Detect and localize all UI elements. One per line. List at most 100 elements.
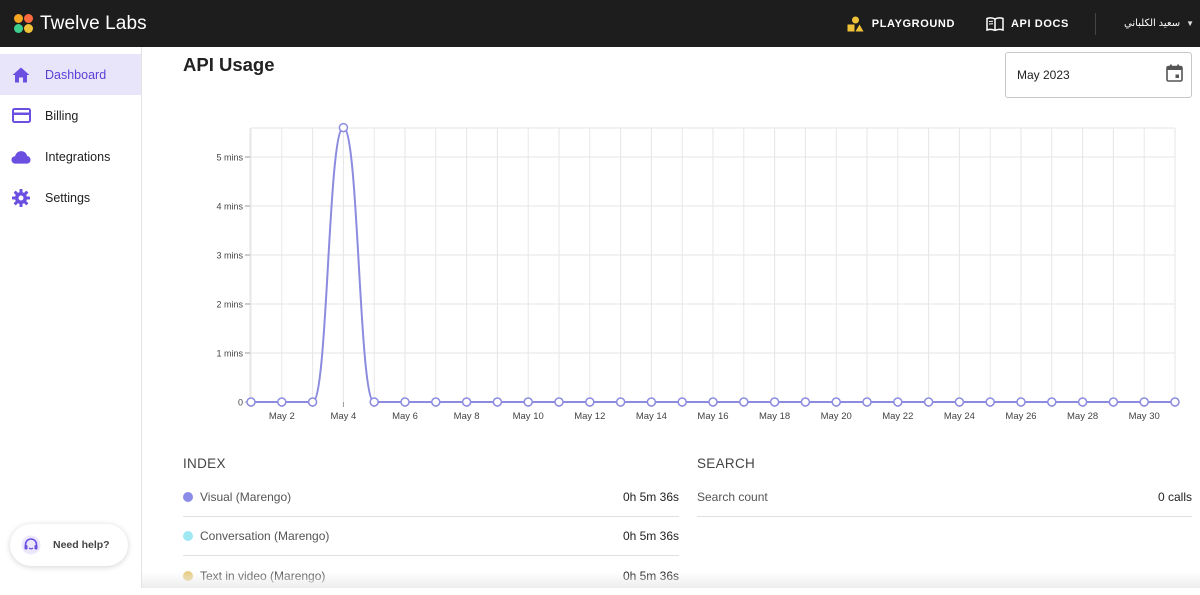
- nav-divider: [1095, 13, 1096, 35]
- data-point: [986, 398, 994, 406]
- search-row-label: Search count: [697, 490, 768, 504]
- data-point: [555, 398, 563, 406]
- index-row-value: 0h 5m 36s: [623, 569, 679, 583]
- data-point: [524, 398, 532, 406]
- data-point: [832, 398, 840, 406]
- playground-shapes-icon: [847, 16, 865, 32]
- x-tick-label: May 26: [1005, 411, 1036, 422]
- index-row-visual: Visual (Marengo) 0h 5m 36s: [183, 478, 679, 517]
- sidebar-item-label: Dashboard: [45, 68, 106, 82]
- x-tick-label: May 10: [513, 411, 544, 422]
- headset-icon: [21, 535, 41, 555]
- page-title: API Usage: [183, 54, 275, 76]
- data-point: [1171, 398, 1179, 406]
- sidebar-item-dashboard[interactable]: Dashboard: [0, 54, 141, 95]
- top-navbar: Twelve Labs PLAYGROUND AP: [0, 0, 1200, 47]
- data-point: [339, 124, 347, 132]
- visual-legend-dot: [183, 492, 193, 502]
- index-row-label: Conversation (Marengo): [200, 529, 329, 543]
- api-docs-label: API DOCS: [1011, 18, 1069, 30]
- data-point: [278, 398, 286, 406]
- y-tick-label: 4 mins: [216, 202, 243, 212]
- x-tick-label: May 6: [392, 411, 418, 422]
- data-point: [370, 398, 378, 406]
- month-value: May 2023: [1017, 68, 1070, 82]
- y-tick-label: 1 mins: [216, 349, 243, 359]
- data-point: [463, 398, 471, 406]
- x-tick-label: May 16: [697, 411, 728, 422]
- data-point: [309, 398, 317, 406]
- x-tick-label: May 24: [944, 411, 975, 422]
- index-row-conversation: Conversation (Marengo) 0h 5m 36s: [183, 517, 679, 556]
- y-tick-label: 5 mins: [216, 153, 243, 163]
- data-point: [740, 398, 748, 406]
- data-point: [771, 398, 779, 406]
- home-icon: [11, 65, 31, 85]
- gear-icon: [11, 188, 31, 208]
- data-point: [678, 398, 686, 406]
- brand-name: Twelve Labs: [40, 13, 147, 35]
- x-tick-label: May 8: [454, 411, 480, 422]
- x-tick-label: May 28: [1067, 411, 1098, 422]
- sidebar-item-label: Integrations: [45, 150, 110, 164]
- x-tick-label: May 22: [882, 411, 913, 422]
- brand[interactable]: Twelve Labs: [14, 13, 147, 35]
- index-row-value: 0h 5m 36s: [623, 529, 679, 543]
- cloud-icon: [11, 147, 31, 167]
- x-tick-label: May 30: [1129, 411, 1160, 422]
- data-point: [1109, 398, 1117, 406]
- chevron-down-icon: ▼: [1186, 19, 1194, 28]
- data-point: [586, 398, 594, 406]
- index-row-value: 0h 5m 36s: [623, 490, 679, 504]
- credit-card-icon: [11, 106, 31, 126]
- sidebar-item-billing[interactable]: Billing: [0, 95, 141, 136]
- sidebar-item-integrations[interactable]: Integrations: [0, 136, 141, 177]
- y-tick-label: 3 mins: [216, 251, 243, 261]
- x-tick-label: May 20: [821, 411, 852, 422]
- api-docs-link[interactable]: API DOCS: [986, 16, 1069, 32]
- x-tick-label: May 2: [269, 411, 295, 422]
- data-point: [863, 398, 871, 406]
- data-point: [617, 398, 625, 406]
- data-point: [247, 398, 255, 406]
- data-point: [894, 398, 902, 406]
- book-icon: [986, 16, 1004, 32]
- index-row-text-in-video: Text in video (Marengo) 0h 5m 36s: [183, 556, 679, 595]
- sidebar-item-label: Settings: [45, 191, 90, 205]
- calendar-icon: [1166, 64, 1183, 87]
- data-point: [1079, 398, 1087, 406]
- x-tick-label: May 12: [574, 411, 605, 422]
- data-point: [925, 398, 933, 406]
- data-point: [1017, 398, 1025, 406]
- data-point: [709, 398, 717, 406]
- data-point: [647, 398, 655, 406]
- data-point: [1048, 398, 1056, 406]
- text-in-video-legend-dot: [183, 571, 193, 581]
- data-point: [493, 398, 501, 406]
- search-section-title: SEARCH: [697, 456, 755, 471]
- data-point: [432, 398, 440, 406]
- sidebar-item-settings[interactable]: Settings: [0, 177, 141, 218]
- y-tick-label: 0: [238, 398, 243, 408]
- sidebar: Dashboard Billing Integrations: [0, 47, 142, 588]
- api-usage-chart: 01 mins2 mins3 mins4 mins5 minsMay 2May …: [150, 100, 1195, 430]
- x-tick-label: May 4: [330, 411, 356, 422]
- data-point: [801, 398, 809, 406]
- need-help-label: Need help?: [53, 539, 110, 551]
- playground-link[interactable]: PLAYGROUND: [847, 16, 955, 32]
- playground-label: PLAYGROUND: [872, 18, 955, 30]
- data-point: [955, 398, 963, 406]
- month-picker[interactable]: May 2023: [1005, 52, 1192, 98]
- need-help-button[interactable]: Need help?: [10, 524, 128, 566]
- search-count-row: Search count 0 calls: [697, 478, 1192, 517]
- data-point: [1140, 398, 1148, 406]
- user-name: سعيد الكلباني: [1124, 18, 1180, 29]
- twelve-labs-logo-icon: [14, 14, 34, 34]
- index-row-label: Text in video (Marengo): [200, 569, 325, 583]
- index-row-label: Visual (Marengo): [200, 490, 291, 504]
- user-menu[interactable]: سعيد الكلباني ▼: [1124, 18, 1194, 29]
- search-row-value: 0 calls: [1158, 490, 1192, 504]
- data-point: [401, 398, 409, 406]
- index-section-title: INDEX: [183, 456, 226, 471]
- sidebar-item-label: Billing: [45, 109, 78, 123]
